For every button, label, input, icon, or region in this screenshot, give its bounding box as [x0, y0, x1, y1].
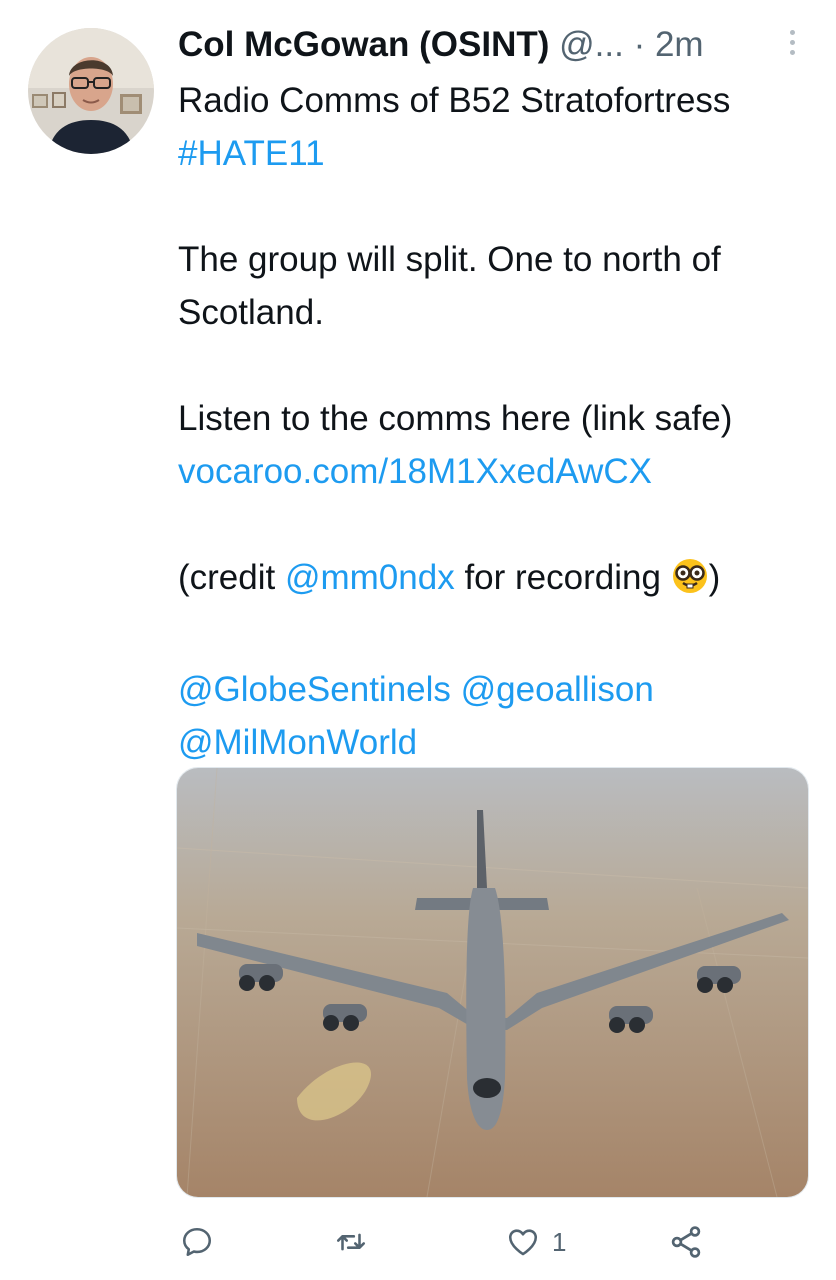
retweet-button[interactable] [332, 1218, 370, 1266]
tweet-header: Col McGowan (OSINT) @... · 2m [178, 24, 818, 66]
nerd-face-emoji [671, 557, 709, 610]
author-name[interactable]: Col McGowan (OSINT) [178, 25, 549, 64]
tweet-line: Radio Comms of B52 Stratofortress [178, 81, 731, 120]
mention-milmonworld[interactable]: @MilMonWorld [178, 723, 417, 762]
tweet-text: Radio Comms of B52 Stratofortress #HATE1… [178, 74, 818, 769]
like-count: 1 [552, 1226, 567, 1257]
retweet-icon [336, 1233, 366, 1251]
heart-icon [508, 1229, 538, 1256]
credit-prefix: (credit [178, 558, 285, 597]
reply-button[interactable] [180, 1218, 214, 1266]
credit-suffix: for recording [454, 558, 671, 597]
tweet-image[interactable] [176, 767, 809, 1198]
avatar[interactable] [28, 28, 154, 154]
mention-geoallison[interactable]: @geoallison [461, 670, 654, 709]
more-options-icon[interactable] [786, 30, 798, 60]
share-button[interactable] [668, 1218, 704, 1266]
timestamp[interactable]: 2m [655, 25, 704, 64]
hashtag-link[interactable]: #HATE11 [178, 134, 325, 173]
share-icon [671, 1226, 701, 1258]
reply-icon [182, 1227, 212, 1257]
separator-dot: · [633, 25, 646, 64]
vocaroo-link[interactable]: vocaroo.com/18M1XxedAwCX [178, 452, 652, 491]
like-button[interactable]: 1 [506, 1218, 566, 1266]
tweet-line: Scotland. [178, 293, 324, 332]
tweet-line: The group will split. One to north of [178, 240, 721, 279]
mention-mm0ndx[interactable]: @mm0ndx [285, 558, 455, 597]
tweet-line: Listen to the comms here (link safe) [178, 399, 733, 438]
author-handle[interactable]: @... [559, 25, 624, 64]
credit-line: (credit @mm0ndx for recording ) [178, 551, 818, 610]
action-bar: 1 [176, 1218, 816, 1266]
credit-close: ) [708, 558, 721, 597]
mention-globesentinels[interactable]: @GlobeSentinels [178, 670, 451, 709]
